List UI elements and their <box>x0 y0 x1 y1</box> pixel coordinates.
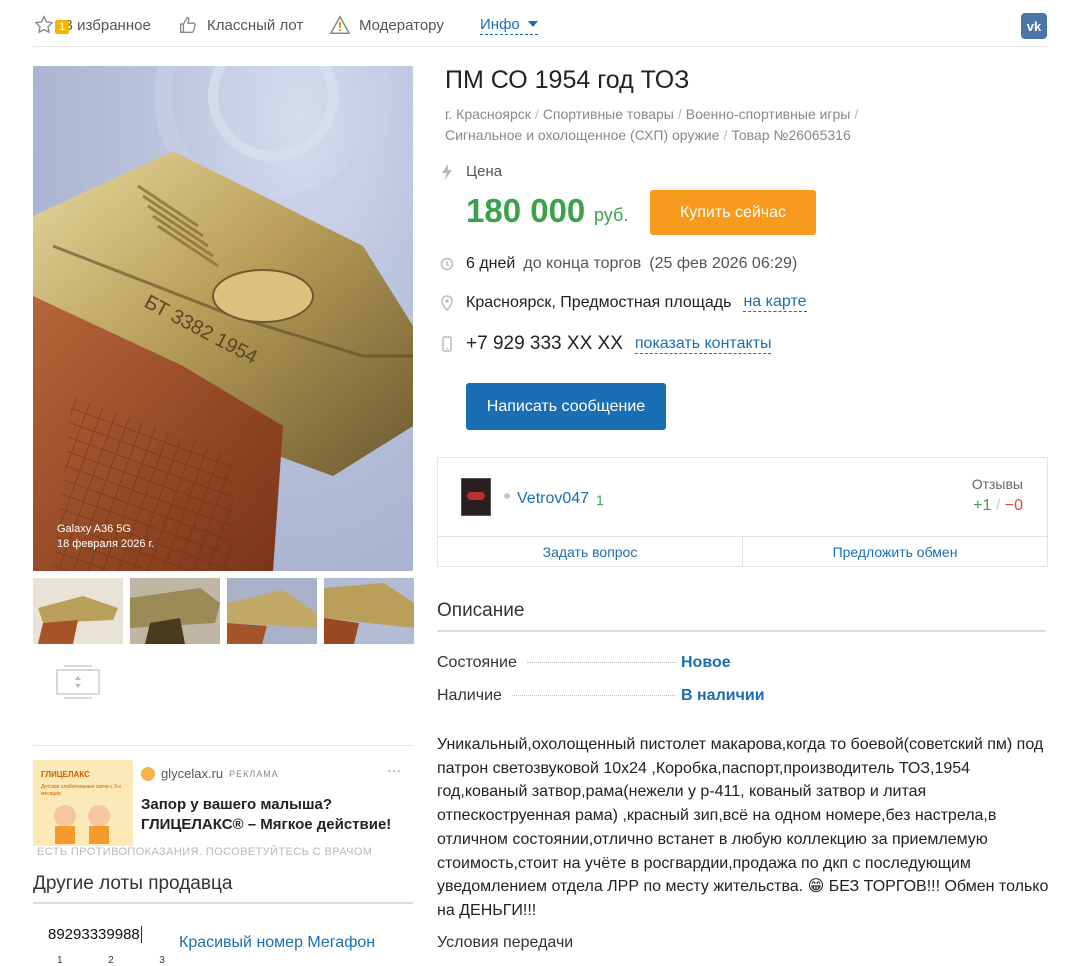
top-toolbar: 1 В избранное Классный лот Модератору Ин… <box>33 0 1047 47</box>
star-icon <box>34 15 54 34</box>
online-status-dot <box>504 493 510 499</box>
reviews-counts[interactable]: +1 / −0 <box>973 497 1023 515</box>
breadcrumb-sport-goods[interactable]: Спортивные товары <box>543 106 674 122</box>
ad-domain: glycelax.ru <box>161 766 224 781</box>
thumbs-up-icon <box>179 16 196 34</box>
vk-icon: vk <box>1026 18 1042 34</box>
buy-now-button[interactable]: Купить сейчас <box>650 190 816 235</box>
phone-icon <box>442 336 452 352</box>
show-contacts-link[interactable]: показать контакты <box>634 335 772 354</box>
ad-line-2: ГЛИЦЕЛАКС® – Мягкое действие! <box>141 816 392 833</box>
availability-row: Наличие В наличии <box>437 687 767 705</box>
caret-down-icon <box>527 21 538 27</box>
availability-label: Наличие <box>437 687 502 704</box>
phone-number: +7 929 333 XX XX <box>466 333 623 354</box>
favorites-label: В избранное <box>63 16 151 34</box>
end-date: (25 фев 2026 06:29) <box>649 255 798 272</box>
breadcrumb-signal-weapons[interactable]: Сигнальное и охолощенное (СХП) оружие <box>445 127 720 143</box>
price-label: Цена <box>466 163 503 180</box>
ad-tag: РЕКЛАМА <box>229 768 279 779</box>
time-left-row: 6 дней до конца торгов (25 фев 2026 06:2… <box>440 255 797 273</box>
expand-photo-button[interactable] <box>56 664 100 700</box>
lot-title: ПМ СО 1954 год ТОЗ <box>445 66 690 94</box>
breadcrumb-city[interactable]: г. Красноярск <box>445 106 531 122</box>
description-heading: Описание <box>437 600 525 621</box>
offer-exchange-button[interactable]: Предложить обмен <box>743 537 1047 567</box>
phone-row: +7 929 333 XX XX показать контакты <box>440 333 772 355</box>
divider <box>437 630 1046 632</box>
ad-logo-icon <box>141 766 155 781</box>
ad-line-1: Запор у вашего малыша? <box>141 796 332 813</box>
lightning-icon <box>442 163 452 180</box>
main-photo[interactable]: БТ 3382 1954 Galaxy A36 5G 18 февраля 20… <box>33 66 413 571</box>
ad-image-brand: ГЛИЦЕЛАКС <box>41 770 90 779</box>
condition-value: Новое <box>681 654 731 671</box>
breadcrumb-military-games[interactable]: Военно-спортивные игры <box>686 106 851 122</box>
vk-share-button[interactable]: vk <box>1021 13 1047 39</box>
description-text: Уникальный,охолощенный пистолет макарова… <box>437 736 1049 919</box>
moderator-label: Модератору <box>359 16 444 34</box>
thumbnail[interactable] <box>33 578 123 644</box>
reviews-label: Отзывы <box>971 476 1023 492</box>
thumbnail[interactable] <box>130 578 220 644</box>
seller-avatar[interactable] <box>461 478 491 516</box>
seller-box: Vetrov047 1 Отзывы +1 / −0 Задать вопрос… <box>437 457 1048 567</box>
location-pin-icon <box>441 294 453 311</box>
other-lot-item[interactable]: 89293339988 1 2 3 Красивый номер Мегафон <box>33 914 413 966</box>
divider <box>33 745 413 746</box>
info-label: Инфо <box>480 15 520 33</box>
price-value: 180 000 <box>466 192 586 229</box>
keypad-digits: 1 2 3 <box>57 955 165 966</box>
seller-name[interactable]: Vetrov047 <box>517 490 589 508</box>
breadcrumb: г. Красноярск / Спортивные товары / Военно-с… <box>445 106 859 143</box>
time-left-suffix: до конца торгов <box>523 255 642 272</box>
photo-watermark-date: 18 февраля 2026 г. <box>57 538 154 550</box>
thumbnail[interactable] <box>324 578 414 644</box>
write-message-button[interactable]: Написать сообщение <box>466 383 666 430</box>
report-to-moderator-button[interactable]: Модератору <box>329 14 444 36</box>
location-text: Красноярск, Предмостная площадь <box>466 293 732 311</box>
condition-label: Состояние <box>437 654 517 671</box>
reviews-negative: −0 <box>1004 497 1023 514</box>
breadcrumb-item-number: Товар №26065316 <box>731 127 851 143</box>
like-lot-button[interactable]: Классный лот <box>177 14 303 36</box>
other-lot-image: 89293339988 1 2 3 <box>33 914 165 966</box>
seller-rating: 1 <box>596 492 604 508</box>
availability-value: В наличии <box>681 687 765 704</box>
price-currency: руб. <box>594 205 629 225</box>
seller-actions: Задать вопрос Предложить обмен <box>438 536 1047 567</box>
advertisement[interactable]: ГЛИЦЕЛАКС Детские слабительные свечи с 3… <box>33 760 413 860</box>
time-left: 6 дней <box>466 255 516 272</box>
ad-image: ГЛИЦЕЛАКС Детские слабительные свечи с 3… <box>33 760 133 846</box>
photo-thumbnails <box>33 578 414 644</box>
other-lots-heading: Другие лоты продавца <box>33 873 233 894</box>
thumbnail[interactable] <box>227 578 317 644</box>
divider <box>33 902 413 904</box>
price-label-row: Цена <box>440 163 502 180</box>
condition-row: Состояние Новое <box>437 654 767 672</box>
clock-icon <box>440 257 454 271</box>
ad-disclaimer: ЕСТЬ ПРОТИВОПОКАЗАНИЯ. ПОСОВЕТУЙТЕСЬ С В… <box>37 846 373 858</box>
photo-watermark-model: Galaxy A36 5G <box>57 523 131 535</box>
add-to-favorites-button[interactable]: 1 В избранное <box>33 14 151 36</box>
reviews-separator: / <box>995 497 1001 514</box>
transfer-conditions-heading: Условия передачи <box>437 934 574 951</box>
ad-image-subtext: Детские слабительные свечи с 3-х месяцев <box>41 784 121 797</box>
warning-icon <box>329 15 351 34</box>
ad-more-icon[interactable]: ··· <box>387 762 401 778</box>
favorites-count-badge: 1 <box>55 20 69 34</box>
pistol-photo: БТ 3382 1954 Galaxy A36 5G 18 февраля 20… <box>33 66 413 571</box>
map-link[interactable]: на карте <box>743 293 807 312</box>
reviews-positive: +1 <box>973 497 992 514</box>
other-lot-number: 89293339988 <box>48 926 142 943</box>
other-lot-title[interactable]: Красивый номер Мегафон <box>179 934 375 952</box>
expand-icon <box>56 665 100 699</box>
ask-question-button[interactable]: Задать вопрос <box>438 537 743 567</box>
like-label: Классный лот <box>207 16 304 34</box>
location-row: Красноярск, Предмостная площадь на карте <box>440 293 807 312</box>
info-dropdown[interactable]: Инфо <box>480 14 538 35</box>
